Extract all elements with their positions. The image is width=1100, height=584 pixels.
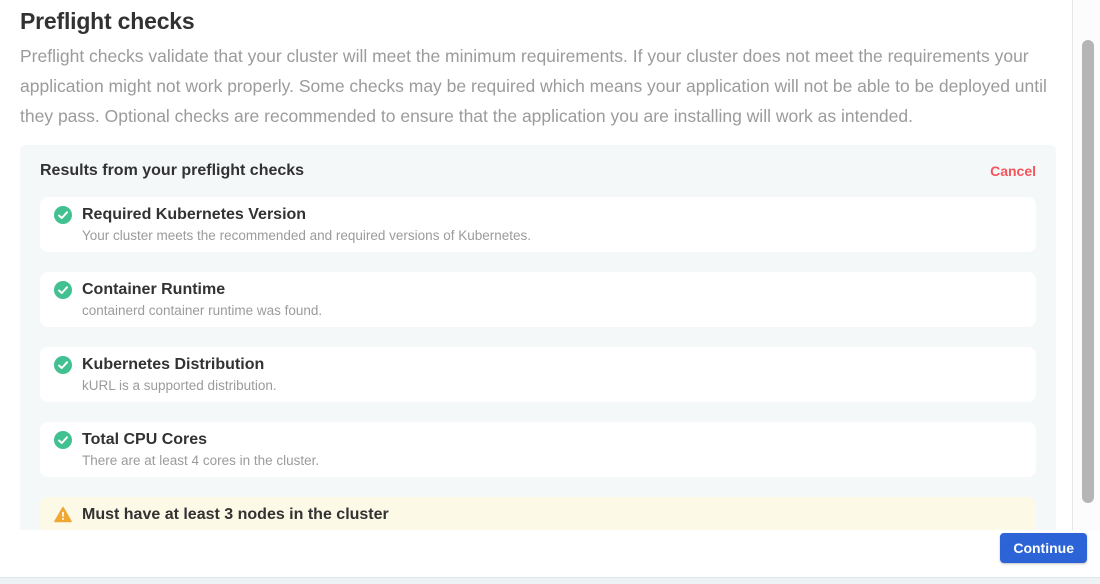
check-circle-icon xyxy=(54,356,72,374)
check-list: Required Kubernetes Version Your cluster… xyxy=(40,197,1036,552)
check-title: Total CPU Cores xyxy=(82,430,319,449)
check-text: Kubernetes Distribution kURL is a suppor… xyxy=(82,355,277,393)
preflight-results-panel: Results from your preflight checks Cance… xyxy=(20,145,1056,572)
bottom-bar: Continue xyxy=(0,530,1100,577)
panel-header: Results from your preflight checks Cance… xyxy=(40,161,1036,180)
page-title: Preflight checks xyxy=(20,8,1056,34)
cancel-link[interactable]: Cancel xyxy=(990,163,1036,179)
check-title: Required Kubernetes Version xyxy=(82,205,531,224)
check-description: There are at least 4 cores in the cluste… xyxy=(82,453,319,468)
check-card: Required Kubernetes Version Your cluster… xyxy=(40,197,1036,252)
scrollbar-thumb[interactable] xyxy=(1082,40,1094,503)
check-card: Total CPU Cores There are at least 4 cor… xyxy=(40,422,1036,477)
panel-title: Results from your preflight checks xyxy=(40,161,304,180)
footer-strip xyxy=(0,577,1100,584)
check-title: Kubernetes Distribution xyxy=(82,355,277,374)
continue-button[interactable]: Continue xyxy=(1000,533,1087,563)
page-intro: Preflight checks validate that your clus… xyxy=(20,41,1050,131)
scrollbar-track[interactable] xyxy=(1072,0,1100,577)
preflight-page: Preflight checks Preflight checks valida… xyxy=(0,0,1072,584)
check-circle-icon xyxy=(54,281,72,299)
check-text: Container Runtime containerd container r… xyxy=(82,280,322,318)
check-text: Required Kubernetes Version Your cluster… xyxy=(82,205,531,243)
check-description: Your cluster meets the recommended and r… xyxy=(82,228,531,243)
check-card: Container Runtime containerd container r… xyxy=(40,272,1036,327)
warning-triangle-icon xyxy=(54,506,72,524)
check-text: Total CPU Cores There are at least 4 cor… xyxy=(82,430,319,468)
check-title: Container Runtime xyxy=(82,280,322,299)
check-title: Must have at least 3 nodes in the cluste… xyxy=(82,505,389,524)
check-description: containerd container runtime was found. xyxy=(82,303,322,318)
check-circle-icon xyxy=(54,206,72,224)
check-description: kURL is a supported distribution. xyxy=(82,378,277,393)
check-card: Kubernetes Distribution kURL is a suppor… xyxy=(40,347,1036,402)
check-circle-icon xyxy=(54,431,72,449)
